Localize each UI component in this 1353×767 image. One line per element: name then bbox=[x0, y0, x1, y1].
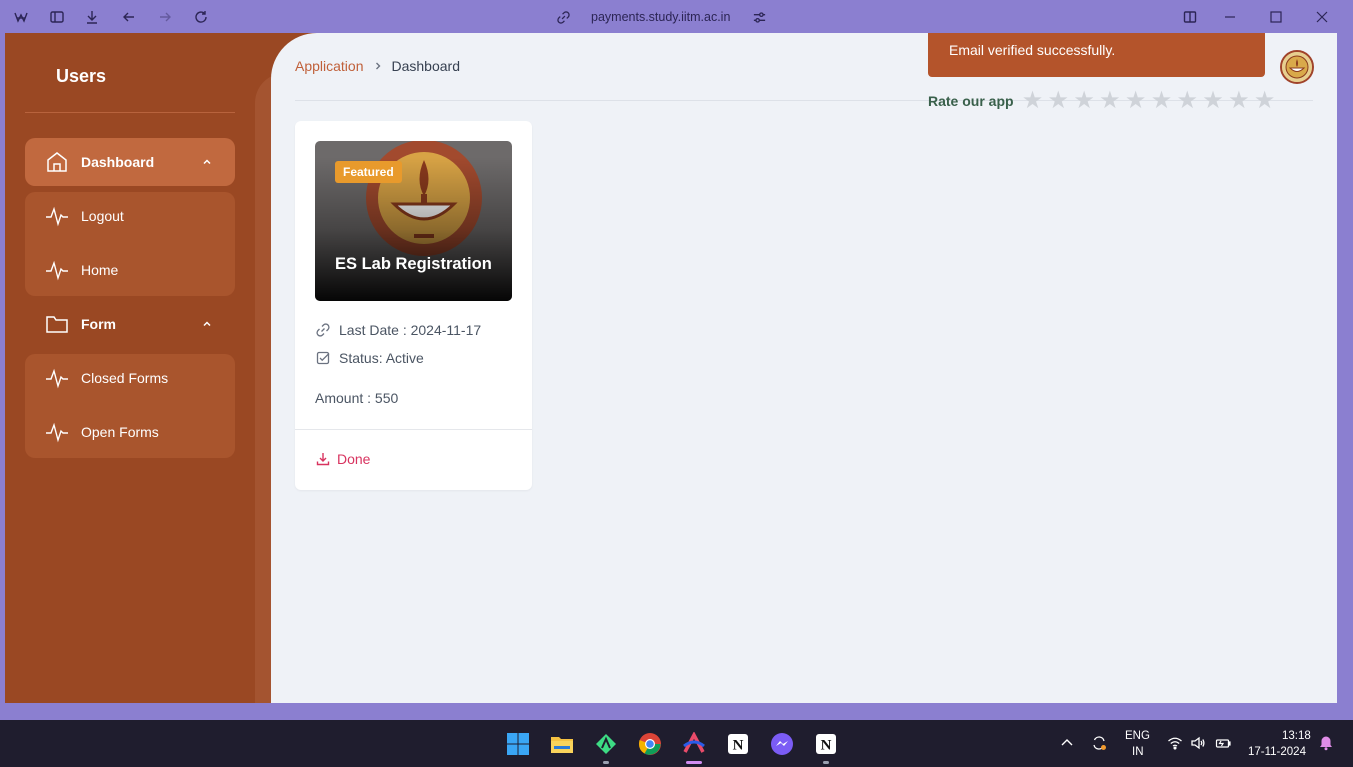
amount-text: Amount : 550 bbox=[315, 390, 399, 406]
star-icon[interactable]: ★ bbox=[1174, 89, 1200, 113]
card-title: ES Lab Registration bbox=[335, 255, 492, 273]
chevron-up-icon[interactable] bbox=[1059, 735, 1075, 751]
file-explorer-icon[interactable] bbox=[550, 732, 574, 756]
language-top[interactable]: ENG bbox=[1125, 730, 1150, 742]
notion-icon[interactable]: N bbox=[814, 732, 838, 756]
notion-icon[interactable]: N bbox=[726, 732, 750, 756]
chrome-icon[interactable] bbox=[638, 732, 662, 756]
star-icon[interactable]: ★ bbox=[1252, 89, 1278, 113]
windows-taskbar: N N ENG IN 13:18 17-11-2024 bbox=[0, 720, 1353, 767]
form-card: Featured ES Lab Registration Last Date :… bbox=[295, 121, 532, 490]
sidebar-item-label: Logout bbox=[81, 208, 124, 224]
chevron-right-icon bbox=[372, 60, 384, 72]
activity-icon bbox=[45, 366, 69, 390]
star-icon[interactable]: ★ bbox=[1045, 89, 1071, 113]
running-indicator bbox=[823, 761, 829, 764]
back-icon[interactable] bbox=[121, 9, 137, 25]
star-icon[interactable]: ★ bbox=[1071, 89, 1097, 113]
active-indicator bbox=[686, 761, 702, 764]
clock-time[interactable]: 13:18 bbox=[1282, 730, 1311, 742]
forward-icon[interactable] bbox=[157, 9, 173, 25]
star-icon[interactable]: ★ bbox=[1097, 89, 1123, 113]
minimize-icon[interactable] bbox=[1222, 9, 1238, 25]
sidebar-title: Users bbox=[56, 66, 107, 86]
close-icon[interactable] bbox=[1314, 9, 1330, 25]
sync-icon[interactable] bbox=[1091, 735, 1107, 751]
success-toast[interactable]: Email verified successfully. bbox=[928, 33, 1265, 77]
sidebar-item-label: Open Forms bbox=[81, 424, 159, 440]
svg-text:N: N bbox=[821, 738, 832, 754]
sidebar-toggle-icon[interactable] bbox=[49, 9, 65, 25]
sidebar-item-form[interactable]: Form bbox=[45, 312, 116, 336]
sidebar: Users Dashboard Logout Home Form Closed … bbox=[5, 33, 255, 703]
svg-text:N: N bbox=[733, 738, 744, 754]
avatar[interactable] bbox=[1280, 50, 1314, 84]
sidebar-item-closed-forms[interactable]: Closed Forms bbox=[45, 366, 168, 390]
star-icon[interactable]: ★ bbox=[1226, 89, 1252, 113]
toast-message: Email verified successfully. bbox=[949, 42, 1116, 58]
page-viewport: Users Dashboard Logout Home Form Closed … bbox=[5, 33, 1337, 703]
battery-icon[interactable] bbox=[1215, 735, 1231, 751]
breadcrumb: Application Dashboard bbox=[295, 58, 460, 74]
main-content: Application Dashboard Email verified suc… bbox=[271, 33, 1337, 703]
sidebar-item-label: Closed Forms bbox=[81, 370, 169, 386]
star-icon[interactable]: ★ bbox=[1149, 89, 1175, 113]
maximize-icon[interactable] bbox=[1268, 9, 1284, 25]
browser-titlebar: payments.study.iitm.ac.in bbox=[0, 0, 1353, 34]
status-text: Status: Active bbox=[339, 350, 424, 366]
downloads-icon[interactable] bbox=[84, 9, 100, 25]
messenger-icon[interactable] bbox=[770, 732, 794, 756]
volume-icon[interactable] bbox=[1190, 735, 1206, 751]
language-bottom[interactable]: IN bbox=[1132, 746, 1144, 758]
status-row: Status: Active bbox=[315, 350, 424, 366]
link-icon bbox=[315, 322, 331, 338]
android-studio-icon[interactable] bbox=[594, 732, 618, 756]
workspaces-icon[interactable] bbox=[13, 9, 29, 25]
checkbox-check-icon bbox=[315, 350, 331, 366]
rating-widget: Rate our app ★ ★ ★ ★ ★ ★ ★ ★ ★ ★ bbox=[928, 89, 1278, 113]
breadcrumb-current: Dashboard bbox=[391, 58, 461, 74]
card-image[interactable]: Featured ES Lab Registration bbox=[315, 141, 512, 301]
wifi-icon[interactable] bbox=[1167, 735, 1183, 751]
clock-date[interactable]: 17-11-2024 bbox=[1248, 746, 1306, 758]
arc-browser-icon[interactable] bbox=[682, 732, 706, 756]
sidebar-item-open-forms[interactable]: Open Forms bbox=[45, 420, 159, 444]
sidebar-divider bbox=[25, 112, 235, 113]
sidebar-item-label: Form bbox=[81, 316, 116, 332]
browser-window: payments.study.iitm.ac.in Users Dashboar… bbox=[0, 0, 1353, 720]
star-icon[interactable]: ★ bbox=[1020, 89, 1046, 113]
split-view-icon[interactable] bbox=[1182, 9, 1198, 25]
folder-icon bbox=[45, 312, 69, 336]
star-icon[interactable]: ★ bbox=[1123, 89, 1149, 113]
done-button[interactable]: Done bbox=[315, 451, 370, 467]
card-divider bbox=[295, 429, 532, 430]
chevron-up-icon[interactable] bbox=[201, 156, 213, 168]
last-date: Last Date : 2024-11-17 bbox=[339, 322, 482, 338]
notification-bell-icon[interactable] bbox=[1318, 735, 1334, 751]
sidebar-item-label: Dashboard bbox=[81, 154, 155, 170]
link-icon bbox=[556, 10, 571, 25]
windows-start-icon[interactable] bbox=[506, 732, 530, 756]
activity-icon bbox=[45, 420, 69, 444]
sidebar-item-label: Home bbox=[81, 262, 119, 278]
sidebar-item-home[interactable]: Home bbox=[45, 258, 118, 282]
featured-badge: Featured bbox=[335, 161, 402, 183]
activity-icon bbox=[45, 204, 69, 228]
url-text[interactable]: payments.study.iitm.ac.in bbox=[591, 10, 730, 24]
last-date-row: Last Date : 2024-11-17 bbox=[315, 322, 481, 338]
breadcrumb-application-link[interactable]: Application bbox=[295, 58, 364, 74]
reload-icon[interactable] bbox=[193, 9, 209, 25]
activity-icon bbox=[45, 258, 69, 282]
site-settings-icon[interactable] bbox=[752, 10, 767, 25]
sidebar-item-logout[interactable]: Logout bbox=[45, 204, 124, 228]
done-label: Done bbox=[337, 451, 371, 467]
star-icon[interactable]: ★ bbox=[1200, 89, 1226, 113]
chevron-up-icon[interactable] bbox=[201, 318, 213, 330]
rating-label: Rate our app bbox=[928, 93, 1014, 109]
download-icon bbox=[315, 451, 331, 467]
running-indicator bbox=[603, 761, 609, 764]
home-icon bbox=[45, 150, 69, 174]
sidebar-item-dashboard-row[interactable]: Dashboard bbox=[45, 150, 154, 174]
address-bar[interactable]: payments.study.iitm.ac.in bbox=[556, 8, 767, 26]
